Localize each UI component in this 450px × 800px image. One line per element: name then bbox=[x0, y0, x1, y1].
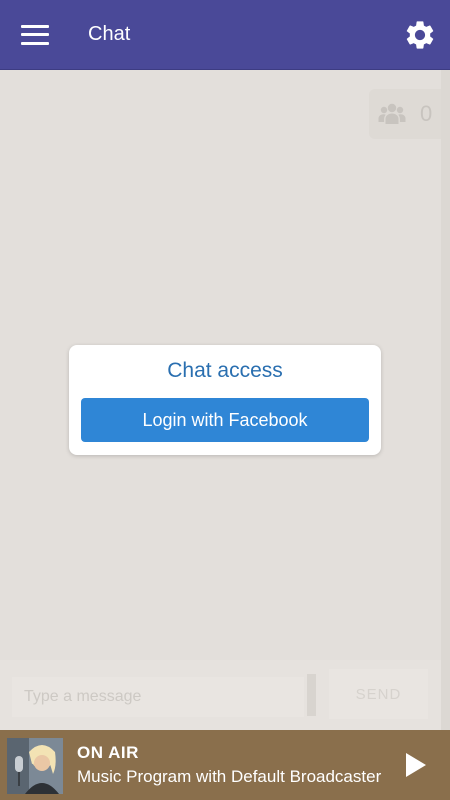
program-thumbnail[interactable] bbox=[7, 738, 63, 794]
play-icon bbox=[406, 753, 426, 777]
program-title: Music Program with Default Broadcaster bbox=[77, 767, 382, 786]
input-divider bbox=[307, 674, 316, 716]
settings-button[interactable] bbox=[390, 0, 450, 70]
chat-access-card: Chat access Login with Facebook bbox=[69, 345, 381, 455]
hamburger-menu-icon bbox=[21, 24, 49, 45]
on-air-label: ON AIR bbox=[77, 743, 139, 762]
send-button[interactable]: SEND bbox=[329, 669, 428, 719]
facebook-login-button[interactable]: Login with Facebook bbox=[81, 398, 369, 442]
message-input[interactable] bbox=[12, 677, 304, 717]
chat-access-title: Chat access bbox=[167, 359, 283, 382]
group-icon bbox=[378, 103, 406, 124]
gear-icon bbox=[406, 20, 434, 49]
play-button[interactable] bbox=[398, 745, 434, 785]
scrollbar-track[interactable] bbox=[441, 70, 450, 730]
users-count: 0 bbox=[420, 101, 433, 126]
app-bar: Chat bbox=[0, 0, 450, 70]
page-title: Chat bbox=[88, 23, 131, 45]
online-users-badge[interactable]: 0 bbox=[369, 89, 441, 139]
player-bar bbox=[0, 730, 450, 800]
host-portrait-image bbox=[7, 738, 63, 794]
menu-button[interactable] bbox=[0, 0, 70, 70]
